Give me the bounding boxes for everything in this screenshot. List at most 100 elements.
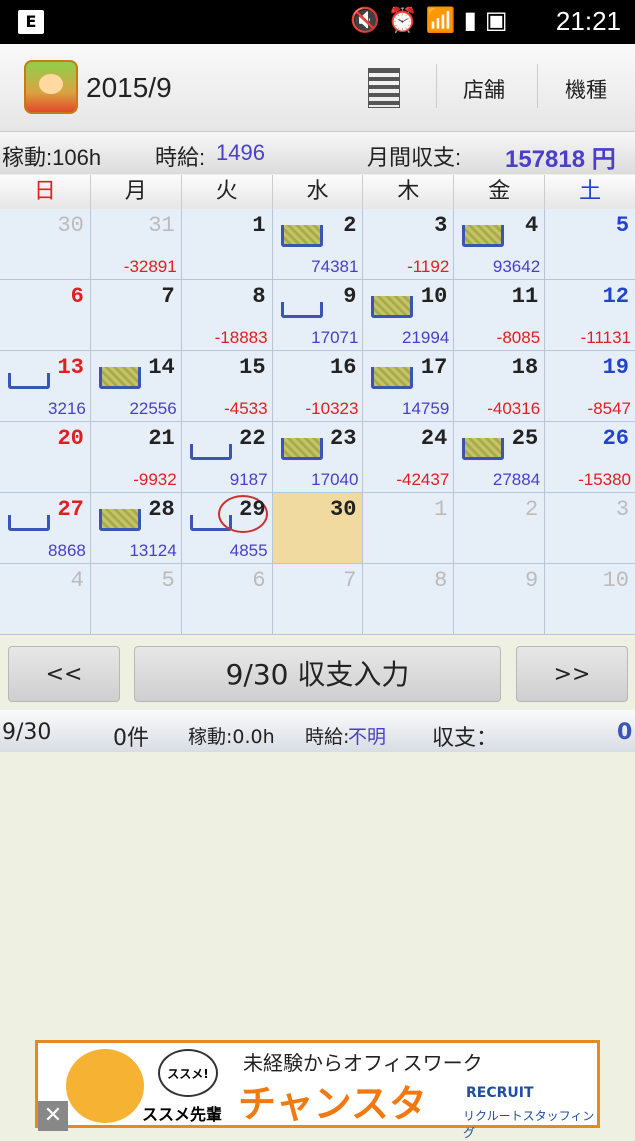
calendar-week: 20 21 -9932 22 9187 23 17040 24 -42437 25 27884 26 -…	[0, 422, 635, 493]
day-number: 10	[420, 284, 448, 309]
calendar-day[interactable]: 1	[363, 493, 455, 564]
calendar-day[interactable]: 4 93642	[454, 209, 546, 280]
calendar-day[interactable]: 24 -42437	[363, 422, 455, 493]
calendar-day[interactable]: 3 -1192	[363, 209, 455, 280]
next-day-button[interactable]: >>	[516, 646, 628, 702]
calendar-day[interactable]: 27 8868	[0, 493, 91, 564]
day-number: 3	[615, 497, 630, 522]
calendar-day[interactable]: 23 17040	[272, 422, 364, 493]
calendar-week: 6 7 8 -18883 9 17071 10 21994 11 -8085 12 -11131	[0, 280, 635, 351]
app-logo-icon[interactable]	[24, 60, 78, 114]
ad-banner[interactable]: ✕ ススメ! ススメ先輩 未経験からオフィスワーク チャンスタ RECRUIT …	[35, 1040, 600, 1140]
calendar-day[interactable]: 2 74381	[272, 209, 364, 280]
calendar-day[interactable]: 14 22556	[90, 351, 182, 422]
weekday-label: 日	[0, 175, 91, 209]
calendar-day[interactable]: 7	[272, 564, 364, 635]
day-balance: -9932	[133, 470, 177, 489]
calendar-day[interactable]: 9 17071	[272, 280, 364, 351]
day-number: 31	[148, 213, 175, 238]
calendar-day[interactable]: 5	[90, 564, 182, 635]
calendar-day[interactable]: 31 -32891	[90, 209, 182, 280]
ad-headline: 未経験からオフィスワーク	[243, 1051, 483, 1075]
day-number: 6	[252, 568, 266, 593]
calendar-week: 13 3216 14 22556 15 -4533 16 -10323 17 14759 18 -40…	[0, 351, 635, 422]
full-box-icon	[371, 296, 414, 318]
calendar-day[interactable]: 6	[181, 564, 273, 635]
full-box-icon	[98, 509, 141, 531]
calendar-day[interactable]: 26 -15380	[545, 422, 635, 493]
day-number: 9	[524, 568, 539, 593]
calendar-day[interactable]: 18 -40316	[454, 351, 546, 422]
calendar-day[interactable]: 13 3216	[0, 351, 91, 422]
calendar-day[interactable]: 4	[0, 564, 91, 635]
wage-value: 1496	[216, 140, 265, 165]
day-balance: -32891	[123, 257, 177, 276]
calendar-day[interactable]: 15 -4533	[181, 351, 273, 422]
calendar-day[interactable]: 8	[363, 564, 455, 635]
day-number: 14	[148, 355, 175, 380]
day-balance: 3216	[48, 399, 86, 418]
calendar-day[interactable]: 21 -9932	[90, 422, 182, 493]
status-icons: 🔇⏰📶▮▣	[350, 6, 516, 34]
day-number: 4	[70, 568, 84, 593]
calendar-day[interactable]: 1	[181, 209, 273, 280]
calendar-day[interactable]: 10 21994	[363, 280, 455, 351]
close-icon[interactable]: ✕	[38, 1101, 68, 1131]
calendar-day[interactable]: 29 4855	[181, 493, 273, 564]
calendar-day[interactable]: 8 -18883	[181, 280, 273, 351]
calendar-day[interactable]: 11 -8085	[454, 280, 546, 351]
day-number: 8	[434, 568, 448, 593]
monthly-value: 157818 円	[505, 146, 616, 173]
empty-box-icon	[8, 515, 50, 531]
day-number: 29	[239, 497, 266, 522]
navigation-row: << 9/30 収支入力 >>	[0, 640, 635, 708]
calendar-day[interactable]: 10	[545, 564, 635, 635]
calendar-day[interactable]: 22 9187	[181, 422, 273, 493]
calendar-day[interactable]: 25 27884	[454, 422, 546, 493]
day-date: 9/30	[2, 720, 52, 745]
day-number: 30	[330, 497, 357, 522]
calendar-day[interactable]: 17 14759	[363, 351, 455, 422]
calendar-day[interactable]: 28 13124	[90, 493, 182, 564]
calendar-day[interactable]: 19 -8547	[545, 351, 635, 422]
calendar-day[interactable]: 5	[545, 209, 635, 280]
calendar-day[interactable]: 3	[545, 493, 635, 564]
weekday-label: 水	[273, 175, 364, 209]
day-balance: -11131	[580, 328, 632, 347]
store-button[interactable]: 店舗	[463, 74, 505, 104]
full-box-icon	[280, 438, 323, 460]
day-balance: 93642	[492, 257, 541, 276]
input-balance-button[interactable]: 9/30 収支入力	[134, 646, 501, 702]
calendar-day-today[interactable]: 30	[272, 493, 364, 564]
day-balance: 17071	[311, 328, 359, 347]
notification-icon: E	[18, 10, 44, 34]
list-menu-icon[interactable]	[368, 68, 400, 108]
calendar-day[interactable]: 2	[454, 493, 546, 564]
calendar-day[interactable]: 16 -10323	[272, 351, 364, 422]
prev-day-button[interactable]: <<	[8, 646, 120, 702]
calendar-week: 30 31 -32891 1 2 74381 3 -1192 4 93642 5	[0, 209, 635, 280]
day-balance-value: 0	[617, 720, 633, 745]
day-number: 23	[330, 426, 357, 451]
calendar-day[interactable]: 6	[0, 280, 91, 351]
day-number: 1	[434, 497, 448, 522]
calendar-day[interactable]: 12 -11131	[545, 280, 635, 351]
day-balance: -1192	[407, 257, 450, 276]
calendar-day[interactable]: 9	[454, 564, 546, 635]
calendar-day[interactable]: 20	[0, 422, 91, 493]
calendar: 日 月 火 水 木 金 土 30 31 -32891 1 2 74381 3 -1192 4 93…	[0, 175, 635, 635]
day-balance: 27884	[492, 470, 541, 489]
weekday-header: 日 月 火 水 木 金 土	[0, 175, 635, 209]
day-number: 27	[57, 497, 84, 522]
calendar-day[interactable]: 7	[90, 280, 182, 351]
day-number: 26	[602, 426, 630, 451]
empty-box-icon	[280, 302, 323, 318]
calendar-day[interactable]: 30	[0, 209, 91, 280]
status-bar: E 🔇⏰📶▮▣ 21:21	[0, 0, 635, 44]
day-wage-value: 不明	[348, 726, 387, 748]
day-number: 6	[70, 284, 84, 309]
day-number: 28	[148, 497, 175, 522]
day-number: 3	[434, 213, 448, 238]
day-balance: 4855	[229, 541, 268, 560]
model-button[interactable]: 機種	[565, 74, 607, 104]
